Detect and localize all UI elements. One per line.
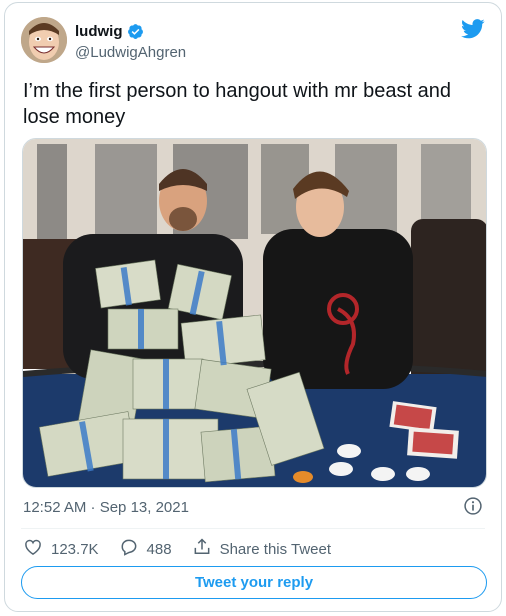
verified-badge-icon xyxy=(127,23,144,40)
like-button[interactable]: 123.7K xyxy=(23,537,99,561)
reply-icon xyxy=(119,537,139,561)
info-icon[interactable] xyxy=(463,496,483,516)
reply-button[interactable]: 488 xyxy=(119,537,172,561)
like-icon xyxy=(23,537,43,561)
share-label: Share this Tweet xyxy=(219,540,332,558)
share-icon xyxy=(192,537,212,561)
reply-count: 488 xyxy=(146,540,172,558)
user-handle[interactable]: @LudwigAhgren xyxy=(75,44,186,61)
share-button[interactable]: Share this Tweet xyxy=(192,537,331,561)
tweet-text: I’m the first person to hangout with mr … xyxy=(23,80,451,128)
tweet-actions: 123.7K 488 Share this Tweet xyxy=(23,538,351,560)
like-count: 123.7K xyxy=(51,540,99,558)
divider xyxy=(21,528,485,529)
tweet-photo[interactable] xyxy=(22,138,487,488)
avatar[interactable] xyxy=(21,17,67,63)
tweet-your-reply-button[interactable]: Tweet your reply xyxy=(21,566,487,599)
twitter-bird-icon[interactable] xyxy=(461,19,485,39)
tweet-card: ludwig @LudwigAhgren I’m the first perso… xyxy=(4,2,502,612)
author-name-row[interactable]: ludwig xyxy=(75,23,144,40)
tweet-timestamp[interactable]: 12:52 AM · Sep 13, 2021 xyxy=(23,499,189,516)
display-name[interactable]: ludwig xyxy=(75,23,123,40)
